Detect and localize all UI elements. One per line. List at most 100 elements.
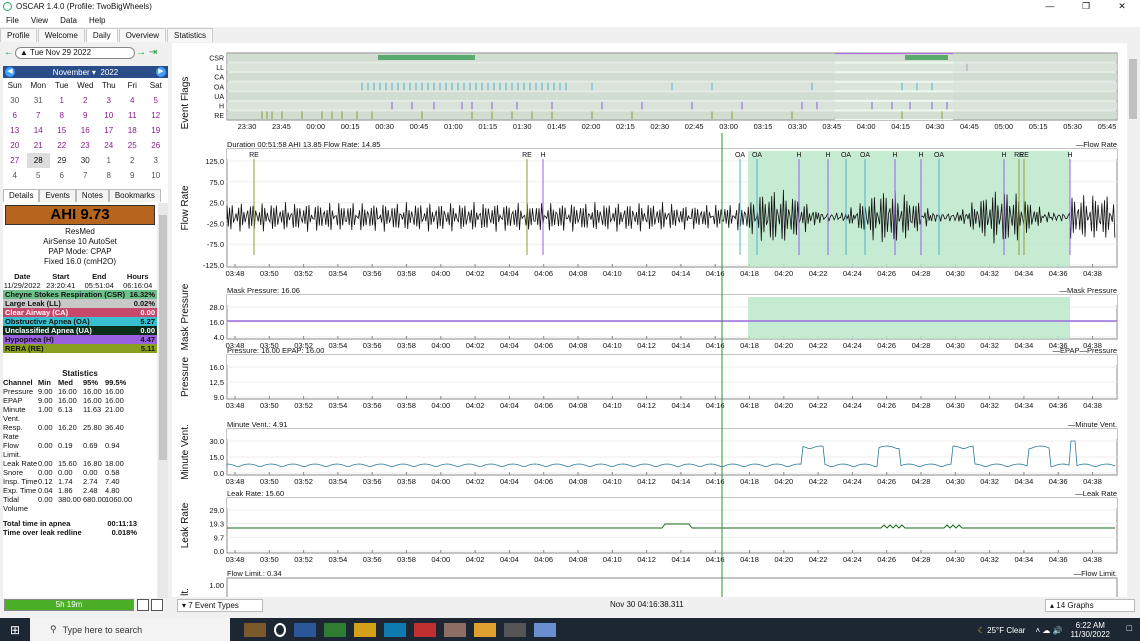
taskbar-search[interactable]: ⚲ Type here to search <box>30 618 230 641</box>
calendar-day[interactable]: 5 <box>144 93 168 108</box>
calendar-day[interactable]: 7 <box>27 108 51 123</box>
prev-month-icon[interactable]: ◀ <box>5 67 15 77</box>
calendar-day[interactable]: 16 <box>74 123 98 138</box>
event-index-row[interactable]: Clear Airway (CA) 0.00 <box>3 308 157 317</box>
edge-icon[interactable] <box>384 622 406 637</box>
menu-help[interactable]: Help <box>83 16 111 25</box>
calendar-day[interactable]: 19 <box>144 123 168 138</box>
app-icon-3[interactable] <box>414 622 436 637</box>
calendar-day[interactable]: 3 <box>144 153 168 168</box>
calendar-day[interactable]: 15 <box>50 123 74 138</box>
notification-icon[interactable]: □ <box>1127 623 1132 633</box>
maximize-icon[interactable]: ❐ <box>1068 0 1104 13</box>
minimize-icon[interactable]: — <box>1032 0 1068 13</box>
zoom-out-button[interactable] <box>151 599 163 611</box>
spreadsheet-icon[interactable] <box>324 622 346 637</box>
event-index-row[interactable]: Cheyne Stokes Respiration (CSR) 16.32% <box>3 290 157 299</box>
calendar-day[interactable]: 4 <box>3 168 27 183</box>
calendar-day[interactable]: 29 <box>50 153 74 168</box>
tab-events[interactable]: Events <box>39 189 76 202</box>
calendar-month[interactable]: November <box>53 68 90 77</box>
calendar-day[interactable]: 9 <box>121 168 145 183</box>
calendar-day[interactable]: 21 <box>27 138 51 153</box>
calendar-day[interactable]: 23 <box>74 138 98 153</box>
next-month-icon[interactable]: ▶ <box>156 67 166 77</box>
weather-icon[interactable]: ☾ <box>978 626 985 635</box>
calendar-day[interactable]: 27 <box>3 153 27 168</box>
calendar-day[interactable]: 26 <box>144 138 168 153</box>
tab-overview[interactable]: Overview <box>118 28 167 42</box>
event-index-row[interactable]: Hypopnea (H) 4.47 <box>3 335 157 344</box>
calendar-day[interactable]: 7 <box>74 168 98 183</box>
app-icon-5[interactable] <box>504 622 526 637</box>
calendar-day[interactable]: 25 <box>121 138 145 153</box>
menu-file[interactable]: File <box>0 16 25 25</box>
tab-daily[interactable]: Daily <box>85 28 118 42</box>
tab-bookmarks[interactable]: Bookmarks <box>108 189 161 202</box>
calendar-day[interactable]: 13 <box>3 123 27 138</box>
calendar-day[interactable]: 4 <box>121 93 145 108</box>
calendar-day[interactable]: 22 <box>50 138 74 153</box>
next-day-icon[interactable]: → <box>135 47 147 58</box>
app-icon-2[interactable] <box>354 622 376 637</box>
menu-data[interactable]: Data <box>54 16 83 25</box>
calendar-day[interactable]: 11 <box>121 108 145 123</box>
calendar-day[interactable]: 10 <box>144 168 168 183</box>
calendar-day[interactable]: 8 <box>97 168 121 183</box>
calendar-day[interactable]: 14 <box>27 123 51 138</box>
event-types-select[interactable]: ▾ 7 Event Types <box>177 599 263 612</box>
weather-text[interactable]: 25°F Clear <box>987 626 1025 635</box>
calendar-day[interactable]: 2 <box>121 153 145 168</box>
date-selector[interactable]: ▲ Tue Nov 29 2022 <box>15 46 135 59</box>
prev-day-icon[interactable]: ← <box>3 47 15 58</box>
app-icon-1[interactable] <box>244 622 266 637</box>
calendar-day[interactable]: 24 <box>97 138 121 153</box>
calendar-day[interactable]: 18 <box>121 123 145 138</box>
calendar-day[interactable]: 17 <box>97 123 121 138</box>
calendar-day[interactable]: 6 <box>50 168 74 183</box>
calendar-day[interactable]: 1 <box>50 93 74 108</box>
close-icon[interactable]: ✕ <box>1104 0 1140 13</box>
calendar-day[interactable]: 30 <box>74 153 98 168</box>
graph-canvas[interactable]: Event Flags CSR LL CA OA UA H RE 23:30 23:45 00:00… <box>172 43 1127 599</box>
calendar-day[interactable]: 12 <box>144 108 168 123</box>
tab-details[interactable]: Details <box>3 189 40 202</box>
event-index-row[interactable]: Unclassified Apnea (UA) 0.00 <box>3 326 157 335</box>
windows-start-icon[interactable]: ⊞ <box>10 623 20 637</box>
calendar-day[interactable]: 10 <box>97 108 121 123</box>
menu-view[interactable]: View <box>25 16 54 25</box>
tab-profile[interactable]: Profile <box>0 28 37 42</box>
event-index-row[interactable]: Obstructive Apnea (OA) 5.27 <box>3 317 157 326</box>
app-icon-4[interactable] <box>444 622 466 637</box>
oscar-icon[interactable] <box>534 622 556 637</box>
graphs-select[interactable]: ▴ 14 Graphs <box>1045 599 1135 612</box>
word-icon[interactable] <box>294 622 316 637</box>
clock[interactable]: 6:22 AM 11/30/2022 <box>1071 621 1110 639</box>
tab-statistics[interactable]: Statistics <box>167 28 214 42</box>
minute-vent-xtick: 03:54 <box>329 477 348 486</box>
graphs-scrollbar[interactable] <box>1127 43 1139 597</box>
last-day-icon[interactable]: ⇥ <box>147 47 159 58</box>
event-index-row[interactable]: RERA (RE) 5.11 <box>3 344 157 353</box>
zoom-in-button[interactable] <box>137 599 149 611</box>
calendar-day[interactable]: 31 <box>27 93 51 108</box>
calendar-day[interactable]: 28 <box>26 153 50 168</box>
calendar-day[interactable]: 2 <box>74 93 98 108</box>
calendar-day[interactable]: 8 <box>50 108 74 123</box>
calendar-day[interactable]: 6 <box>3 108 27 123</box>
mask-pressure-xtick: 04:02 <box>466 341 485 350</box>
calendar-day[interactable]: 1 <box>97 153 121 168</box>
event-index-row[interactable]: Large Leak (LL) 0.02% <box>3 299 157 308</box>
tray-icons[interactable]: ˄ ☁ 🔊 <box>1035 626 1062 635</box>
calendar-year[interactable]: 2022 <box>100 68 118 77</box>
tab-welcome[interactable]: Welcome <box>37 28 85 42</box>
details-scrollbar[interactable] <box>158 203 168 613</box>
calendar-day[interactable]: 5 <box>27 168 51 183</box>
calendar-day[interactable]: 30 <box>3 93 27 108</box>
calendar-day[interactable]: 20 <box>3 138 27 153</box>
calendar-day[interactable]: 3 <box>97 93 121 108</box>
calendar-day[interactable]: 9 <box>74 108 98 123</box>
tab-notes[interactable]: Notes <box>75 189 109 202</box>
task-view-icon[interactable] <box>274 622 286 637</box>
chrome-icon[interactable] <box>474 622 496 637</box>
